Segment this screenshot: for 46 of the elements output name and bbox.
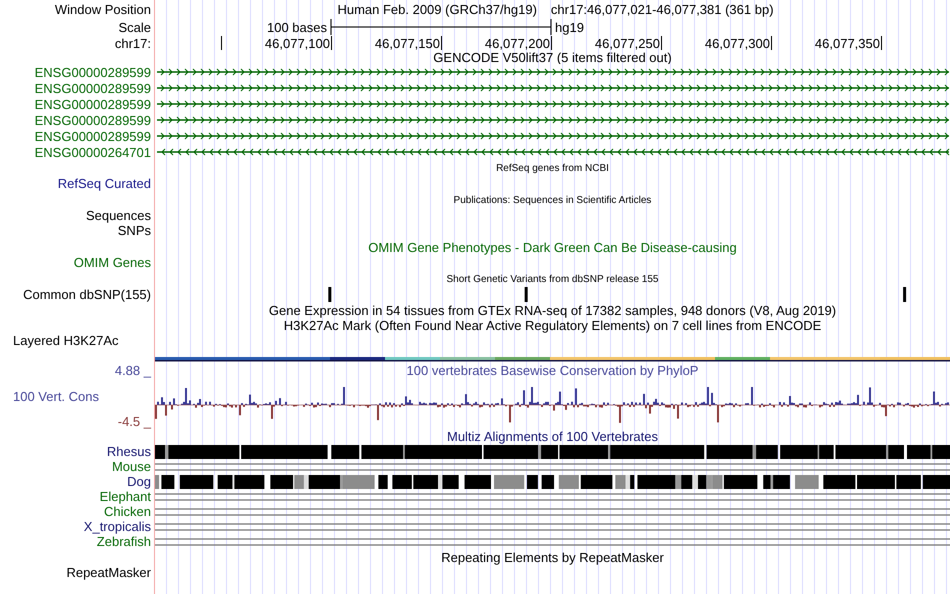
assembly-title: Human Feb. 2009 (GRCh37/hg19) (337, 2, 537, 16)
track-label[interactable]: SNPs (118, 223, 154, 238)
track-label[interactable]: Sequences (86, 208, 154, 223)
track-title: 100 vertebrates Basewise Conservation by PhyloP (406, 363, 698, 378)
species-label[interactable]: Chicken (104, 504, 154, 519)
ruler-position: 46,077,300 (704, 36, 770, 50)
species-label[interactable]: Rhesus (106, 444, 154, 459)
track-label[interactable]: RepeatMasker (66, 565, 154, 580)
gene-name[interactable]: ENSG00000264701 (34, 144, 154, 160)
species-label[interactable]: Zebrafish (96, 534, 154, 549)
track-title: Publications: Sequences in Scientific Articles (454, 194, 652, 206)
row-label: Scale (118, 20, 152, 34)
track-title: H3K27Ac Mark (Often Found Near Active Regulatory Elements) on 7 cell lines from ENCODE (284, 318, 822, 333)
track-title: RefSeq genes from NCBI (496, 162, 609, 174)
gene-name[interactable]: ENSG00000289599 (34, 80, 154, 96)
track-title: OMIM Gene Phenotypes - Dark Green Can Be Disease-causing (368, 240, 737, 254)
track-title: GENCODE V50lift37 (5 items filtered out) (433, 50, 672, 64)
ruler-position: 46,077,350 (814, 36, 880, 50)
row-label: Window Position (54, 2, 152, 16)
track-label[interactable]: 100 Vert. Cons (0, 388, 102, 404)
track-label[interactable]: RefSeq Curated (58, 176, 154, 191)
ruler-position: 46,077,100 (264, 36, 330, 50)
species-label[interactable]: Mouse (112, 459, 154, 474)
species-label[interactable]: Dog (127, 474, 154, 489)
track-label[interactable]: OMIM Genes (74, 255, 154, 270)
position-range: chr17:46,077,021-46,077,381 (361 bp) (550, 2, 774, 16)
ruler-position: 46,077,200 (484, 36, 550, 50)
axis-min-label: -4.5 _ (118, 414, 152, 429)
species-label[interactable]: X_tropicalis (84, 519, 154, 534)
track-title: Short Genetic Variants from dbSNP release 155 (446, 272, 658, 286)
axis-max-label: 4.88 _ (114, 363, 152, 378)
track-label[interactable]: Layered H3K27Ac (0, 333, 122, 348)
gene-name[interactable]: ENSG00000289599 (34, 64, 154, 80)
track-title: Gene Expression in 54 tissues from GTEx RNA-seq of 17382 samples, 948 donors (V8, Aug 2019) (268, 303, 836, 318)
gene-name[interactable]: ENSG00000289599 (34, 112, 154, 128)
gene-name[interactable]: ENSG00000289599 (34, 96, 154, 112)
track-label[interactable]: Common dbSNP(155) (23, 287, 154, 302)
track-title: Multiz Alignments of 100 Vertebrates (446, 429, 658, 444)
ruler-position: 46,077,250 (594, 36, 660, 50)
gene-name[interactable]: ENSG00000289599 (34, 128, 154, 144)
species-label[interactable]: Elephant (100, 489, 154, 504)
row-label: chr17: (114, 36, 152, 50)
track-title: Repeating Elements by RepeatMasker (441, 550, 664, 564)
scale-length: 100 bases (267, 20, 327, 34)
ruler-position: 46,077,150 (374, 36, 440, 50)
scale-assembly: hg19 (555, 20, 584, 34)
